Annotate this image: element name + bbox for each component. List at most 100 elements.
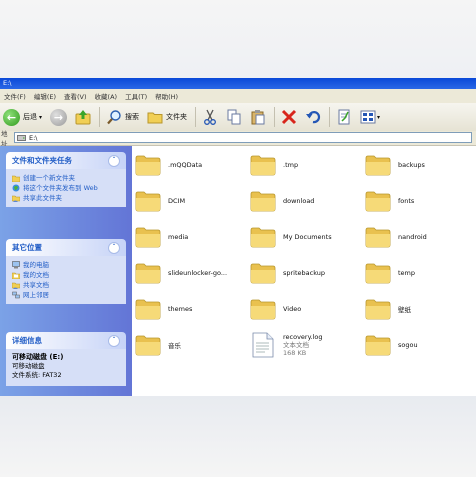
search-button[interactable]: 搜索 (103, 105, 142, 129)
menu-favorites[interactable]: 收藏(A) (91, 91, 122, 101)
file-system: 文件系统: FAT32 (12, 371, 62, 379)
task-label: 将这个文件夹发布到 Web (23, 184, 98, 192)
forward-button[interactable]: → (47, 105, 70, 129)
collapse-chevron-icon[interactable]: ˆ (108, 334, 120, 347)
file-type: 文本文档 (283, 341, 309, 349)
folder-icon (250, 227, 276, 248)
file-item[interactable]: recovery.log 文本文档 168 KB (250, 330, 365, 360)
folder-icon (365, 263, 391, 284)
folder-name: 壁纸 (398, 306, 411, 314)
folder-item[interactable]: .tmp (250, 150, 365, 180)
menu-tools[interactable]: 工具(T) (121, 91, 151, 101)
my-computer-icon (12, 261, 20, 269)
task-publish-web[interactable]: 将这个文件夹发布到 Web (12, 184, 120, 192)
undo-icon (306, 111, 321, 124)
views-icon (360, 110, 376, 124)
folder-item[interactable]: nandroid (365, 222, 476, 252)
delete-button[interactable] (278, 105, 300, 129)
folder-icon (135, 263, 161, 284)
folder-icon (365, 155, 391, 176)
menu-bar: 文件(F) 编辑(E) 查看(V) 收藏(A) 工具(T) 帮助(H) (0, 89, 476, 104)
folder-item[interactable]: Video (250, 294, 365, 324)
folders-button[interactable]: 文件夹 (144, 105, 190, 129)
toolbar-separator (274, 107, 276, 127)
scissors-icon (204, 109, 216, 125)
back-arrow-icon: ← (3, 108, 20, 126)
folder-item[interactable]: 壁纸 (365, 294, 476, 324)
tasks-title: 文件和文件夹任务 (12, 156, 72, 165)
copy-button[interactable] (223, 105, 245, 129)
folder-name: temp (398, 269, 416, 277)
menu-view[interactable]: 查看(V) (60, 91, 91, 101)
cut-button[interactable] (199, 105, 221, 129)
folder-name: slideunlocker-go... (168, 269, 228, 277)
views-button[interactable]: ▾ (357, 105, 383, 129)
address-input[interactable]: E:\ (14, 132, 472, 143)
place-shared-documents[interactable]: 共享文档 (12, 281, 120, 289)
explorer-window: E:\ 文件(F) 编辑(E) 查看(V) 收藏(A) 工具(T) 帮助(H) … (0, 78, 476, 396)
address-value: E:\ (29, 133, 38, 142)
folder-item[interactable]: My Documents (250, 222, 365, 252)
place-my-documents[interactable]: 我的文档 (12, 271, 120, 279)
folder-name: themes (168, 305, 193, 313)
place-my-computer[interactable]: 我的电脑 (12, 261, 120, 269)
folder-name: nandroid (398, 233, 427, 241)
folder-icon (135, 191, 161, 212)
folder-item[interactable]: media (135, 222, 250, 252)
paste-button[interactable] (247, 105, 269, 129)
drive-icon (17, 134, 26, 141)
details-header[interactable]: 详细信息 ˆ (6, 332, 126, 349)
folders-label: 文件夹 (166, 113, 188, 121)
task-label: 共享此文件夹 (23, 194, 62, 202)
place-label: 我的文档 (23, 271, 49, 279)
share-folder-icon (12, 195, 20, 202)
folder-item[interactable]: DCIM (135, 186, 250, 216)
folder-icon (135, 155, 161, 176)
folder-item[interactable]: spritebackup (250, 258, 365, 288)
folder-item[interactable]: themes (135, 294, 250, 324)
folder-item[interactable]: 音乐 (135, 330, 250, 360)
folder-item[interactable]: temp (365, 258, 476, 288)
up-folder-button[interactable] (72, 105, 94, 129)
other-places-panel: 其它位置 ˆ 我的电脑 我的文档 共享文档 网上邻居 (6, 239, 126, 304)
tasks-header[interactable]: 文件和文件夹任务 ˆ (6, 152, 126, 169)
search-label: 搜索 (125, 113, 140, 121)
menu-help[interactable]: 帮助(H) (151, 91, 182, 101)
folder-item[interactable]: .mQQData (135, 150, 250, 180)
folder-name: .tmp (283, 161, 299, 169)
menu-edit[interactable]: 编辑(E) (30, 91, 60, 101)
menu-file[interactable]: 文件(F) (0, 91, 30, 101)
folder-icon (135, 227, 161, 248)
drive-name: 可移动磁盘 (E:) (12, 353, 64, 361)
up-folder-icon (75, 110, 91, 125)
task-share-folder[interactable]: 共享此文件夹 (12, 194, 120, 202)
undo-button[interactable] (302, 105, 324, 129)
other-places-header[interactable]: 其它位置 ˆ (6, 239, 126, 256)
file-meta: recovery.log 文本文档 168 KB (283, 333, 323, 357)
other-places-title: 其它位置 (12, 243, 42, 252)
folders-icon (147, 112, 163, 124)
folder-item[interactable]: download (250, 186, 365, 216)
properties-icon (338, 109, 350, 125)
folder-icon (365, 191, 391, 212)
folder-name: Video (283, 305, 302, 313)
properties-button[interactable] (333, 105, 355, 129)
folder-item[interactable]: fonts (365, 186, 476, 216)
place-label: 网上邻居 (23, 291, 49, 299)
collapse-chevron-icon[interactable]: ˆ (108, 241, 120, 254)
task-new-folder[interactable]: 创建一个新文件夹 (12, 174, 120, 182)
file-list: .mQQData .tmp backups DCIM download fonts medi… (132, 146, 476, 396)
place-network[interactable]: 网上邻居 (12, 291, 120, 299)
folder-icon (365, 335, 391, 356)
back-button[interactable]: ← 后退 ▾ (0, 105, 45, 129)
toolbar-separator (99, 107, 101, 127)
collapse-chevron-icon[interactable]: ˆ (108, 154, 120, 167)
details-body: 可移动磁盘 (E:) 可移动磁盘 文件系统: FAT32 (6, 349, 126, 386)
folder-item[interactable]: slideunlocker-go... (135, 258, 250, 288)
top-background (0, 0, 476, 78)
folder-item[interactable]: sogou (365, 330, 476, 360)
folder-item[interactable]: backups (365, 150, 476, 180)
folder-icon (250, 191, 276, 212)
folder-name: download (283, 197, 315, 205)
folder-icon (365, 299, 391, 320)
